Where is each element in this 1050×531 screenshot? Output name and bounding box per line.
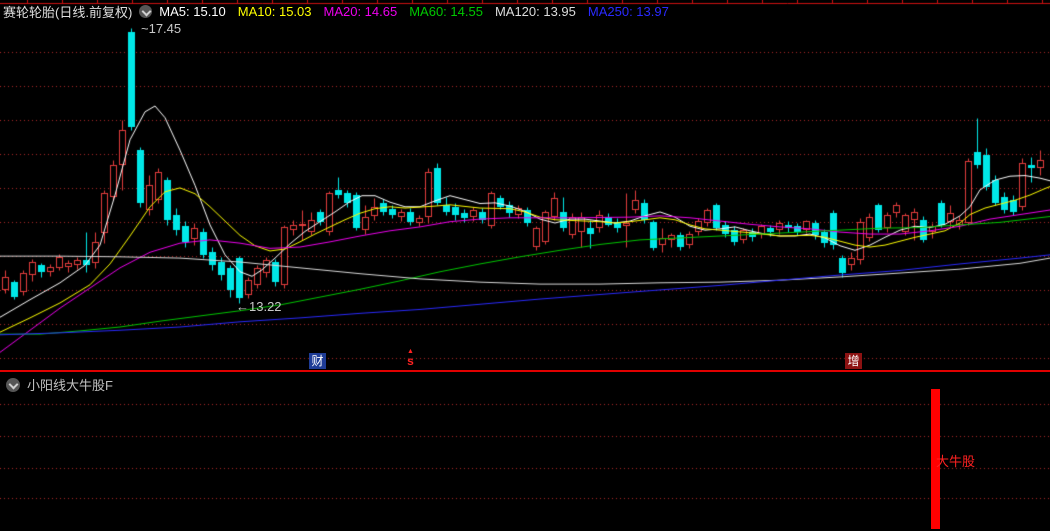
- pointer-icon: ~: [141, 21, 149, 36]
- ma-legend-item: MA20: 14.65: [323, 3, 398, 19]
- ma-legend: MA5: 15.10 MA10: 15.03 MA20: 14.65 MA60: 14…: [159, 4, 669, 19]
- panel-divider: [0, 370, 1050, 372]
- high-price-text: 17.45: [148, 21, 182, 36]
- price-label-low: ←13.22: [236, 299, 282, 314]
- subchart-header: 小阳线大牛股F: [6, 375, 113, 394]
- indicator-title: 小阳线大牛股F: [27, 378, 113, 393]
- ma-legend-item: MA120: 13.95: [494, 3, 576, 19]
- chevron-down-icon[interactable]: [139, 4, 153, 18]
- signal-label: 大牛股: [936, 454, 976, 469]
- chart-window: { "window": {"background": "#000000"}, "…: [0, 0, 1050, 531]
- chart-header: 赛轮轮胎(日线.前复权) MA5: 15.10 MA10: 15.03 MA20: …: [3, 3, 669, 20]
- price-label-high: ~17.45: [141, 21, 181, 36]
- main-chart-canvas[interactable]: [0, 0, 1050, 531]
- ma-legend-item: MA5: 15.10: [159, 3, 226, 19]
- event-marker-cai[interactable]: 财: [309, 353, 326, 369]
- event-marker-zeng[interactable]: 增: [845, 353, 862, 369]
- ma-legend-item: MA250: 13.97: [587, 3, 669, 19]
- ma-legend-item: MA10: 15.03: [237, 3, 312, 19]
- stock-title: 赛轮轮胎(日线.前复权): [3, 4, 133, 20]
- ma-legend-item: MA60: 14.55: [409, 3, 483, 19]
- event-marker-s-text: s: [407, 354, 414, 368]
- left-arrow-icon: ←: [236, 299, 249, 314]
- low-price-text: 13.22: [249, 299, 282, 314]
- event-marker-s[interactable]: ▲ s: [404, 348, 417, 368]
- chevron-down-icon[interactable]: [6, 377, 20, 392]
